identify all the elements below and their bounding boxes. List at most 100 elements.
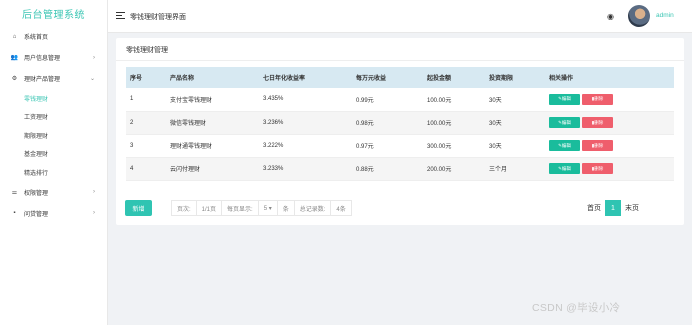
page-label: 页次: [172,201,197,215]
cell-term: 三个月 [485,157,545,181]
products-table: 序号 产品名称 七日年化收益率 每万元收益 起投金额 投资期限 相关操作 1 支… [126,67,674,181]
per-page-label: 每页显示: [222,201,259,215]
column-header: 产品名称 [166,67,259,88]
sidebar-item-permissions[interactable]: ⚌ 权限管理 › [0,182,107,203]
sidebar-submenu: 零钱理财 工资理财 期限理财 基金理财 精选排行 [0,89,107,182]
sidebar-item-products[interactable]: ⚙ 理财产品管理 ⌄ [0,68,107,89]
edit-label: 编辑 [561,142,571,148]
column-header: 序号 [126,67,166,88]
sidebar-subitem-change[interactable]: 零钱理财 [0,89,107,108]
sidebar-menu: ⌂ 系统首页 👥 用户信息管理 › ⚙ 理财产品管理 ⌄ 零钱理财 工资理财 期… [0,26,107,224]
table-header-row: 序号 产品名称 七日年化收益率 每万元收益 起投金额 投资期限 相关操作 [126,67,674,88]
sidebar-item-users[interactable]: 👥 用户信息管理 › [0,47,107,68]
column-header: 投资期限 [485,67,545,88]
palette-icon[interactable]: ◉ [607,12,614,21]
sidebar-subitem-term[interactable]: 期限理财 [0,126,107,145]
page-value: 1/1页 [197,201,223,215]
chevron-down-icon: ⌄ [89,76,95,82]
cell-yield: 3.222% [259,134,352,158]
users-icon: 👥 [10,55,19,61]
sidebar-item-label: 问贷管理 [24,211,49,218]
last-page-button[interactable]: 末页 [621,200,643,216]
per-page-select[interactable]: 5 ▾ [259,201,278,215]
cell-index: 3 [126,134,166,158]
column-header: 起投金额 [423,67,485,88]
edit-label: 编辑 [561,96,571,102]
total-label: 总记录数: [295,201,332,215]
watermark: CSDN @毕设小冷 [532,302,621,314]
column-header: 相关操作 [545,67,674,88]
edit-label: 编辑 [561,119,571,125]
sidebar-item-label: 用户信息管理 [24,56,61,62]
cell-min-amount: 200.00元 [423,157,485,181]
add-button[interactable]: 新增 [125,200,152,216]
top-bar: 零钱理财管理界面 ◉ admin [108,0,692,33]
edit-label: 编辑 [561,165,571,171]
content-card: 零钱理财管理 序号 产品名称 七日年化收益率 每万元收益 起投金额 投资期限 相… [116,38,684,225]
pager-info: 页次: 1/1页 每页显示: 5 ▾ 条 总记录数: 4条 [171,200,352,216]
table-row: 1 支付宝零钱理财 3.435% 0.99元 100.00元 30天 ✎ 编辑 ▮… [126,88,674,112]
card-title: 零钱理财管理 [126,47,168,54]
cell-min-amount: 300.00元 [423,134,485,158]
edit-button[interactable]: ✎ 编辑 [549,117,580,128]
cell-term: 30天 [485,111,545,135]
delete-button[interactable]: ▮ 删除 [582,93,613,105]
cell-earnings: 0.99元 [352,88,423,112]
sidebar: 后台管理系统 ⌂ 系统首页 👥 用户信息管理 › ⚙ 理财产品管理 ⌄ 零钱理财… [0,0,108,325]
sidebar-item-home[interactable]: ⌂ 系统首页 [0,26,107,47]
column-header: 每万元收益 [352,67,423,88]
cell-index: 1 [126,88,166,112]
home-icon: ⌂ [12,33,17,40]
sidebar-subitem-ranking[interactable]: 精选排行 [0,163,107,182]
table-row: 4 云闪付理财 3.233% 0.88元 200.00元 三个月 ✎ 编辑 ▮ 删… [126,157,674,181]
delete-label: 删除 [594,142,604,148]
edit-button[interactable]: ✎ 编辑 [549,140,580,151]
cell-actions: ✎ 编辑 ▮ 删除 [545,111,674,135]
column-header: 七日年化收益率 [259,67,352,88]
chevron-right-icon: › [93,189,95,195]
cell-earnings: 0.97元 [352,134,423,158]
delete-label: 删除 [594,119,604,125]
cell-earnings: 0.88元 [352,157,423,181]
delete-button[interactable]: ▮ 删除 [582,117,613,128]
chevron-right-icon: › [93,210,95,216]
delete-button[interactable]: ▮ 删除 [582,140,613,151]
delete-button[interactable]: ▮ 删除 [582,163,613,174]
delete-label: 删除 [594,165,604,171]
cell-name: 微信零钱理财 [166,111,259,135]
cell-index: 4 [126,157,166,181]
cell-name: 理财通零钱理财 [166,134,259,158]
avatar[interactable] [628,5,650,27]
cell-min-amount: 100.00元 [423,111,485,135]
table-row: 3 理财通零钱理财 3.222% 0.97元 300.00元 30天 ✎ 编辑 ▮… [126,134,674,158]
cell-actions: ✎ 编辑 ▮ 删除 [545,134,674,158]
sidebar-subitem-fund[interactable]: 基金理财 [0,145,107,164]
message-icon: ▪ [13,210,16,216]
total-value: 4条 [336,206,346,213]
cell-actions: ✎ 编辑 ▮ 删除 [545,157,674,181]
first-page-button[interactable]: 首页 [583,200,605,216]
cell-term: 30天 [485,134,545,158]
menu-toggle-icon[interactable] [116,12,125,21]
divider [116,60,684,61]
sidebar-item-loans[interactable]: ▪ 问贷管理 › [0,203,107,224]
edit-button[interactable]: ✎ 编辑 [549,163,580,174]
sidebar-subitem-salary[interactable]: 工资理财 [0,108,107,127]
sidebar-item-label: 系统首页 [24,35,49,41]
settings-icon: ⚙ [11,76,18,82]
user-name[interactable]: admin [656,12,674,19]
page-title: 零钱理财管理界面 [130,14,186,21]
sliders-icon: ⚌ [11,189,18,196]
cell-earnings: 0.98元 [352,111,423,135]
edit-button[interactable]: ✎ 编辑 [549,93,580,105]
cell-name: 支付宝零钱理财 [166,88,259,112]
current-page-button[interactable]: 1 [605,200,621,216]
cell-min-amount: 100.00元 [423,88,485,112]
cell-yield: 3.236% [259,111,352,135]
delete-label: 删除 [594,96,604,102]
sidebar-item-label: 权限管理 [24,190,49,197]
cell-yield: 3.435% [259,88,352,112]
pagination: 首页 1 末页 [583,200,643,216]
cell-index: 2 [126,111,166,135]
chevron-right-icon: › [93,54,95,61]
